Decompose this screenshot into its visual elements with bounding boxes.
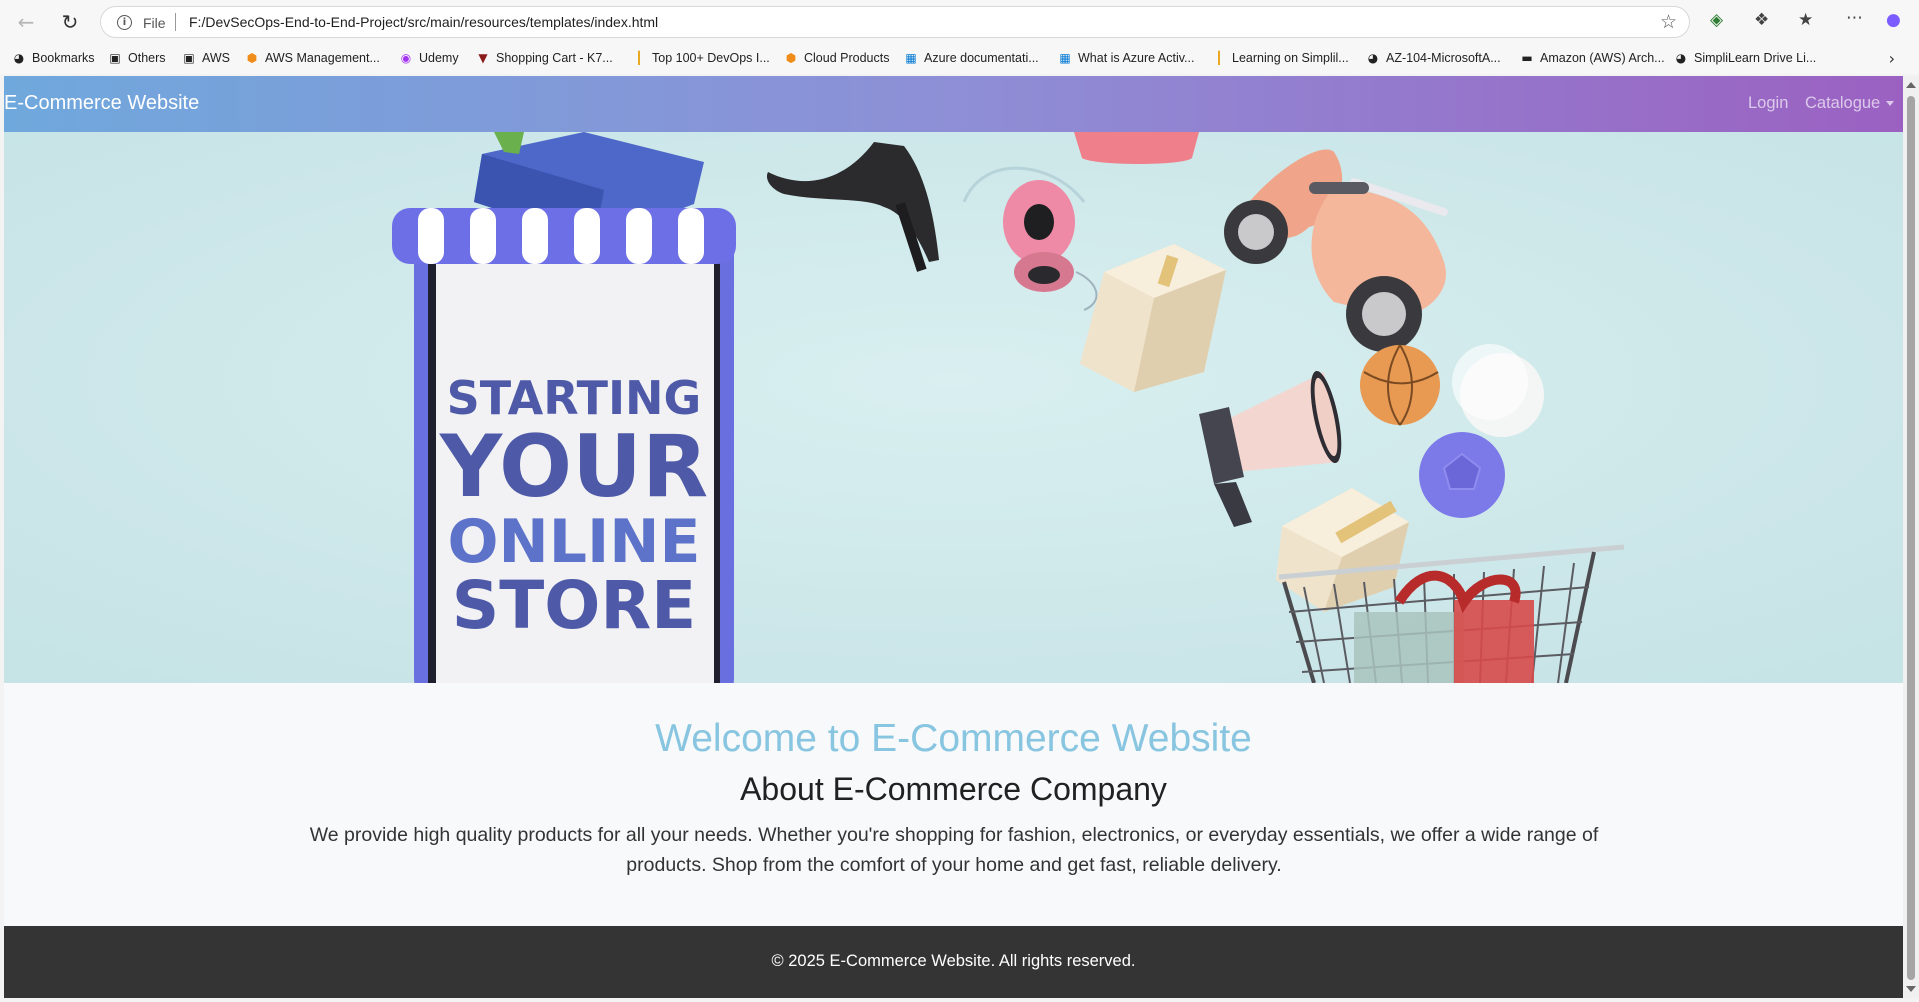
bookmark-item[interactable]: ┃ Learning on Simplil... [1212, 51, 1349, 65]
bookmark-item[interactable]: ┃ Top 100+ DevOps I... [632, 51, 770, 65]
extensions-puzzle-icon[interactable]: ❖ [1754, 10, 1769, 30]
caret-down-icon [1886, 101, 1895, 107]
favorite-star-icon[interactable]: ☆ [1660, 11, 1677, 33]
phone-illustration: STARTING YOUR ONLINE STORE [392, 208, 736, 683]
udemy-icon: ◉ [400, 51, 412, 65]
scroll-up-arrow-icon[interactable] [1906, 82, 1916, 88]
suitcase-illustration [1074, 132, 1199, 164]
folder-icon: ▣ [183, 51, 195, 65]
bookmark-label: Bookmarks [32, 51, 95, 65]
favorites-icon[interactable]: ★ [1798, 10, 1813, 30]
more-options-icon[interactable]: ⋯ [1846, 8, 1863, 28]
globe-icon: ◕ [1367, 51, 1379, 65]
hero-line-2: YOUR [439, 417, 708, 517]
bookmark-item[interactable]: ▣ Others [108, 51, 166, 65]
site-footer: © 2025 E-Commerce Website. All rights re… [4, 926, 1903, 998]
site-navbar: E-Commerce Website Login Catalogue [4, 76, 1903, 132]
info-icon[interactable]: i [117, 15, 132, 30]
bookmark-label: AWS [202, 51, 231, 65]
simplilearn-icon: ┃ [1215, 51, 1223, 65]
bookmark-label: Cloud Products [804, 51, 890, 65]
copilot-icon[interactable]: ● [1886, 10, 1901, 30]
aws-cube-icon: ⬢ [785, 51, 797, 65]
bookmark-item[interactable]: ▦ What is Azure Activ... [1058, 51, 1194, 65]
about-section: Welcome to E-Commerce Website About E-Co… [4, 683, 1903, 923]
microsoft-icon: ▦ [905, 51, 917, 65]
catalogue-label: Catalogue [1805, 94, 1881, 112]
file-scheme-label: File [143, 15, 166, 31]
back-arrow-icon[interactable]: ← [12, 8, 40, 36]
awning-illustration [392, 208, 736, 264]
bookmark-label: SimpliLearn Drive Li... [1694, 51, 1817, 65]
bookmark-item[interactable]: ▦ Azure documentati... [904, 51, 1039, 65]
scroll-down-arrow-icon[interactable] [1906, 986, 1916, 992]
vue-icon: ▼ [478, 51, 488, 65]
bookmark-label: What is Azure Activ... [1078, 51, 1195, 65]
basketball-illustration [1360, 344, 1440, 426]
bookmark-label: AZ-104-MicrosoftA... [1386, 51, 1501, 65]
bookmark-item[interactable]: ◉ Udemy [399, 51, 459, 65]
bookmark-item[interactable]: ⬢ AWS Management... [245, 51, 380, 65]
address-bar[interactable]: i File F:/DevSecOps-End-to-End-Project/s… [100, 6, 1690, 38]
footer-copyright: © 2025 E-Commerce Website. All rights re… [771, 952, 1136, 970]
welcome-heading: Welcome to E-Commerce Website [655, 717, 1252, 760]
address-separator [175, 13, 176, 31]
bookmark-item[interactable]: ◕ AZ-104-MicrosoftA... [1366, 51, 1501, 65]
about-heading: About E-Commerce Company [740, 771, 1167, 807]
bookmark-item[interactable]: ▣ AWS [182, 51, 230, 65]
folder-icon: ▣ [109, 51, 121, 65]
microsoft-icon: ▦ [1059, 51, 1071, 65]
refresh-icon[interactable]: ↻ [56, 8, 84, 36]
hero-banner: STARTING YOUR ONLINE STORE [4, 132, 1903, 683]
bookmark-item[interactable]: ▬ Amazon (AWS) Arch... [1520, 51, 1665, 65]
soccer-ball-illustration [1419, 432, 1505, 518]
aws-cube-icon: ⬢ [246, 51, 258, 65]
page-scrollbar[interactable] [1903, 76, 1919, 998]
bar-icon: ┃ [635, 51, 643, 65]
globe-icon: ◕ [1675, 51, 1687, 65]
bookmark-label: Others [128, 51, 166, 65]
bookmarks-bar: ◕ Bookmarks ▣ Others ▣ AWS ⬢ AWS Management.… [0, 44, 1919, 74]
dash-icon: ▬ [1521, 51, 1533, 65]
globe-icon: ◕ [13, 51, 25, 65]
scroll-thumb[interactable] [1907, 96, 1915, 980]
about-description: We provide high quality products for all… [309, 824, 1599, 876]
bookmark-label: Learning on Simplil... [1232, 51, 1349, 65]
browser-toolbar: ← ↻ i File F:/DevSecOps-End-to-End-Proje… [0, 0, 1919, 44]
bookmark-label: Shopping Cart - K7... [496, 51, 613, 65]
extension-shield-icon[interactable]: ◈ [1710, 10, 1723, 30]
nav-catalogue-dropdown[interactable]: Catalogue [1805, 94, 1895, 113]
bookmark-item[interactable]: ⬢ Cloud Products [784, 51, 890, 65]
page-viewport: E-Commerce Website Login Catalogue START… [4, 76, 1903, 998]
url-text[interactable]: F:/DevSecOps-End-to-End-Project/src/main… [189, 14, 658, 30]
bookmark-item[interactable]: ▼ Shopping Cart - K7... [476, 51, 613, 65]
bookmark-item[interactable]: ◕ Bookmarks [12, 51, 95, 65]
bookmark-label: Top 100+ DevOps I... [652, 51, 770, 65]
nav-login-link[interactable]: Login [1748, 94, 1788, 113]
hero-illustration: STARTING YOUR ONLINE STORE [4, 132, 1903, 683]
bookmark-label: Udemy [419, 51, 459, 65]
hero-line-4: STORE [452, 567, 697, 644]
chevron-right-icon[interactable]: › [1889, 49, 1895, 68]
bookmark-label: AWS Management... [265, 51, 380, 65]
bookmark-item[interactable]: ◕ SimpliLearn Drive Li... [1674, 51, 1817, 65]
bookmark-label: Azure documentati... [924, 51, 1039, 65]
site-brand[interactable]: E-Commerce Website [4, 92, 199, 115]
bookmark-label: Amazon (AWS) Arch... [1540, 51, 1665, 65]
